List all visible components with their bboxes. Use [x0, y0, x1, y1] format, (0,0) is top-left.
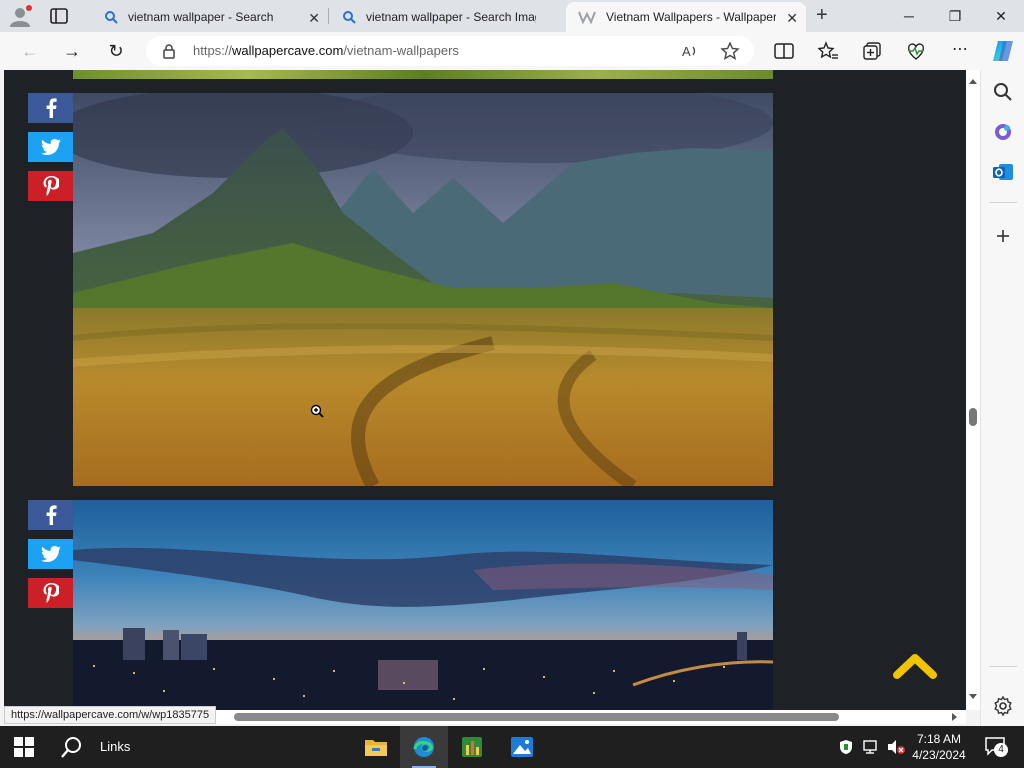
facebook-share-button[interactable]	[28, 93, 73, 123]
wallpapercave-logo-icon	[578, 11, 596, 24]
file-explorer-app[interactable]	[352, 726, 400, 768]
clock-date: 4/23/2024	[912, 748, 966, 762]
pinterest-icon	[43, 583, 59, 603]
calculator-app[interactable]	[448, 726, 496, 768]
taskbar-search-label[interactable]: Links	[100, 739, 130, 754]
vertical-scroll-thumb[interactable]	[969, 408, 977, 426]
rice-terraces-mountain-photo[interactable]	[73, 93, 773, 486]
minimize-button[interactable]: ─	[886, 4, 932, 28]
forward-arrow-icon[interactable]: →	[60, 40, 84, 64]
settings-gear-icon[interactable]	[991, 694, 1015, 718]
edge-browser-icon	[413, 737, 434, 757]
facebook-icon	[46, 505, 57, 525]
back-to-top-chevron-icon[interactable]	[892, 650, 938, 680]
city-sunset-photo[interactable]	[73, 500, 773, 710]
close-tab-icon[interactable]: ✕	[786, 10, 798, 27]
svg-text:A: A	[682, 44, 691, 59]
close-window-button[interactable]: ✕	[978, 4, 1024, 28]
taskbar-search-icon[interactable]	[60, 735, 84, 759]
sidebar-divider	[989, 666, 1017, 667]
add-icon[interactable]	[991, 224, 1015, 248]
lock-icon[interactable]	[162, 43, 176, 59]
refresh-icon[interactable]: ↻	[104, 40, 128, 64]
volume-muted-icon[interactable]	[886, 739, 906, 755]
facebook-share-button[interactable]	[28, 500, 73, 530]
browser-toolbar: ← → ↻ https://wallpapercave.com/vietnam-…	[0, 32, 1024, 70]
folder-icon	[365, 740, 387, 756]
tab-actions-icon[interactable]	[48, 6, 70, 26]
browser-essentials-icon[interactable]	[905, 41, 927, 61]
pinterest-share-button[interactable]	[28, 578, 73, 608]
tab-label: Vietnam Wallpapers - Wallpaper	[606, 10, 776, 24]
tab-wallpapercave[interactable]: Vietnam Wallpapers - Wallpaper ✕	[566, 2, 806, 32]
previous-image-edge	[73, 70, 773, 79]
scroll-down-arrow-icon[interactable]	[966, 692, 980, 702]
outlook-icon[interactable]	[991, 160, 1015, 184]
address-bar[interactable]: https://wallpapercave.com/vietnam-wallpa…	[146, 36, 754, 66]
read-aloud-icon[interactable]: A	[680, 42, 700, 60]
clock-time: 7:18 AM	[916, 732, 962, 746]
twitter-share-button[interactable]	[28, 132, 73, 162]
twitter-icon	[40, 546, 61, 562]
notification-center-button[interactable]: 4	[984, 735, 1008, 762]
profile-avatar-icon[interactable]	[8, 5, 32, 27]
address-url[interactable]: https://wallpapercave.com/vietnam-wallpa…	[193, 43, 459, 58]
tab-label: vietnam wallpaper - Search	[128, 10, 274, 24]
twitter-icon	[40, 139, 61, 155]
horizontal-scroll-thumb[interactable]	[234, 713, 839, 721]
split-screen-icon[interactable]	[773, 41, 795, 61]
search-icon	[105, 11, 118, 24]
tab-label: vietnam wallpaper - Search Imag	[366, 10, 536, 24]
more-menu-icon[interactable]: ⋯	[948, 39, 972, 63]
search-icon	[343, 11, 356, 24]
facebook-icon	[46, 98, 57, 118]
scroll-right-arrow-icon[interactable]	[950, 710, 960, 724]
security-shield-icon[interactable]	[838, 739, 854, 755]
close-tab-icon[interactable]: ✕	[308, 10, 320, 27]
tab-image-search[interactable]: vietnam wallpaper - Search Imag	[330, 2, 566, 32]
restore-button[interactable]: ❐	[932, 4, 978, 28]
windows-start-icon[interactable]	[14, 737, 34, 757]
sidebar-divider	[989, 202, 1017, 203]
vertical-scrollbar[interactable]	[966, 70, 980, 710]
url-path: /vietnam-wallpapers	[343, 43, 459, 58]
twitter-share-button[interactable]	[28, 539, 73, 569]
pinterest-share-button[interactable]	[28, 171, 73, 201]
edge-app[interactable]	[400, 726, 448, 768]
scroll-up-arrow-icon[interactable]	[966, 76, 980, 86]
pinterest-icon	[43, 176, 59, 196]
search-icon[interactable]	[991, 80, 1015, 104]
windows-taskbar: Links 7:18 AM 4/23/2024 4	[0, 726, 1024, 768]
tab-divider	[328, 8, 329, 24]
favorites-icon[interactable]	[817, 41, 839, 61]
browser-tab-bar: vietnam wallpaper - Search ✕ vietnam wal…	[0, 0, 1024, 32]
url-domain: wallpapercave.com	[232, 43, 344, 58]
notification-count-badge: 4	[994, 743, 1008, 757]
copilot-icon[interactable]	[990, 38, 1016, 64]
system-clock[interactable]: 7:18 AM 4/23/2024	[910, 731, 968, 763]
photos-app[interactable]	[498, 726, 546, 768]
photos-icon	[511, 737, 533, 757]
tab-bing-search[interactable]: vietnam wallpaper - Search ✕	[92, 2, 328, 32]
new-tab-button[interactable]: +	[816, 4, 828, 27]
edge-sidebar	[980, 70, 1024, 726]
url-scheme: https://	[193, 43, 233, 58]
chart-app-icon	[462, 737, 482, 757]
network-icon[interactable]	[862, 739, 880, 755]
favorite-star-icon[interactable]	[720, 42, 740, 60]
collections-icon[interactable]	[861, 41, 883, 61]
copilot-sidebar-icon[interactable]	[991, 120, 1015, 144]
status-url-tooltip: https://wallpapercave.com/w/wp1835775	[4, 706, 217, 724]
page-content[interactable]	[4, 70, 966, 710]
zoom-cursor-icon	[310, 404, 324, 418]
back-arrow-icon[interactable]: ←	[18, 40, 42, 64]
